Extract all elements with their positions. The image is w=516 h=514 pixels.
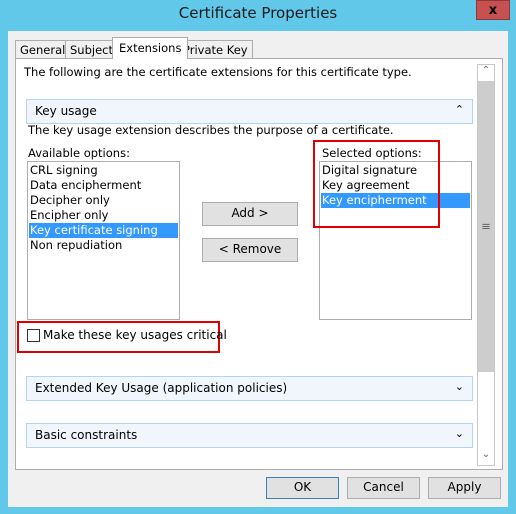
ok-button[interactable]: OK: [266, 477, 339, 499]
list-item[interactable]: Data encipherment: [29, 178, 178, 193]
extended-key-usage-header[interactable]: Extended Key Usage (application policies…: [26, 376, 473, 401]
close-button[interactable]: x: [476, 0, 510, 20]
critical-checkbox[interactable]: [27, 329, 40, 342]
key-usage-header[interactable]: Key usage ⌃: [26, 99, 473, 124]
basic-constraints-header[interactable]: Basic constraints ⌄: [26, 423, 473, 448]
apply-button[interactable]: Apply: [428, 477, 501, 499]
vertical-scrollbar[interactable]: ⌃ ≡ ⌄: [477, 64, 495, 466]
tab-private-key[interactable]: Private Key: [178, 40, 253, 59]
available-options-label: Available options:: [28, 146, 130, 160]
tab-subject[interactable]: Subject: [65, 40, 118, 59]
tab-general[interactable]: General: [15, 40, 71, 59]
list-item[interactable]: Non repudiation: [29, 238, 178, 253]
add-button[interactable]: Add >: [202, 202, 298, 226]
key-usage-description: The key usage extension describes the pu…: [28, 123, 394, 137]
tab-extensions[interactable]: Extensions: [112, 37, 189, 59]
intro-text: The following are the certificate extens…: [24, 65, 412, 79]
remove-button[interactable]: < Remove: [202, 238, 298, 262]
scroll-thumb[interactable]: ≡: [478, 81, 494, 372]
critical-checkbox-label[interactable]: Make these key usages critical: [43, 328, 227, 342]
cancel-button[interactable]: Cancel: [347, 477, 420, 499]
basic-constraints-title: Basic constraints: [35, 428, 138, 442]
list-item-selected[interactable]: Key certificate signing: [29, 223, 178, 238]
available-options-list[interactable]: CRL signing Data encipherment Decipher o…: [27, 161, 180, 320]
scroll-down-icon[interactable]: ⌄: [478, 449, 494, 465]
list-item[interactable]: Decipher only: [29, 193, 178, 208]
chevron-up-icon: ⌃: [454, 103, 464, 116]
key-usage-title: Key usage: [35, 104, 97, 118]
scroll-up-icon[interactable]: ⌃: [478, 65, 494, 81]
list-item[interactable]: Encipher only: [29, 208, 178, 223]
window-title: Certificate Properties: [178, 4, 338, 22]
chevron-down-icon: ⌄: [454, 380, 464, 393]
extended-key-usage-title: Extended Key Usage (application policies…: [35, 381, 288, 395]
chevron-down-icon: ⌄: [454, 427, 464, 440]
list-item[interactable]: CRL signing: [29, 163, 178, 178]
highlight-box-selected: [313, 140, 440, 228]
